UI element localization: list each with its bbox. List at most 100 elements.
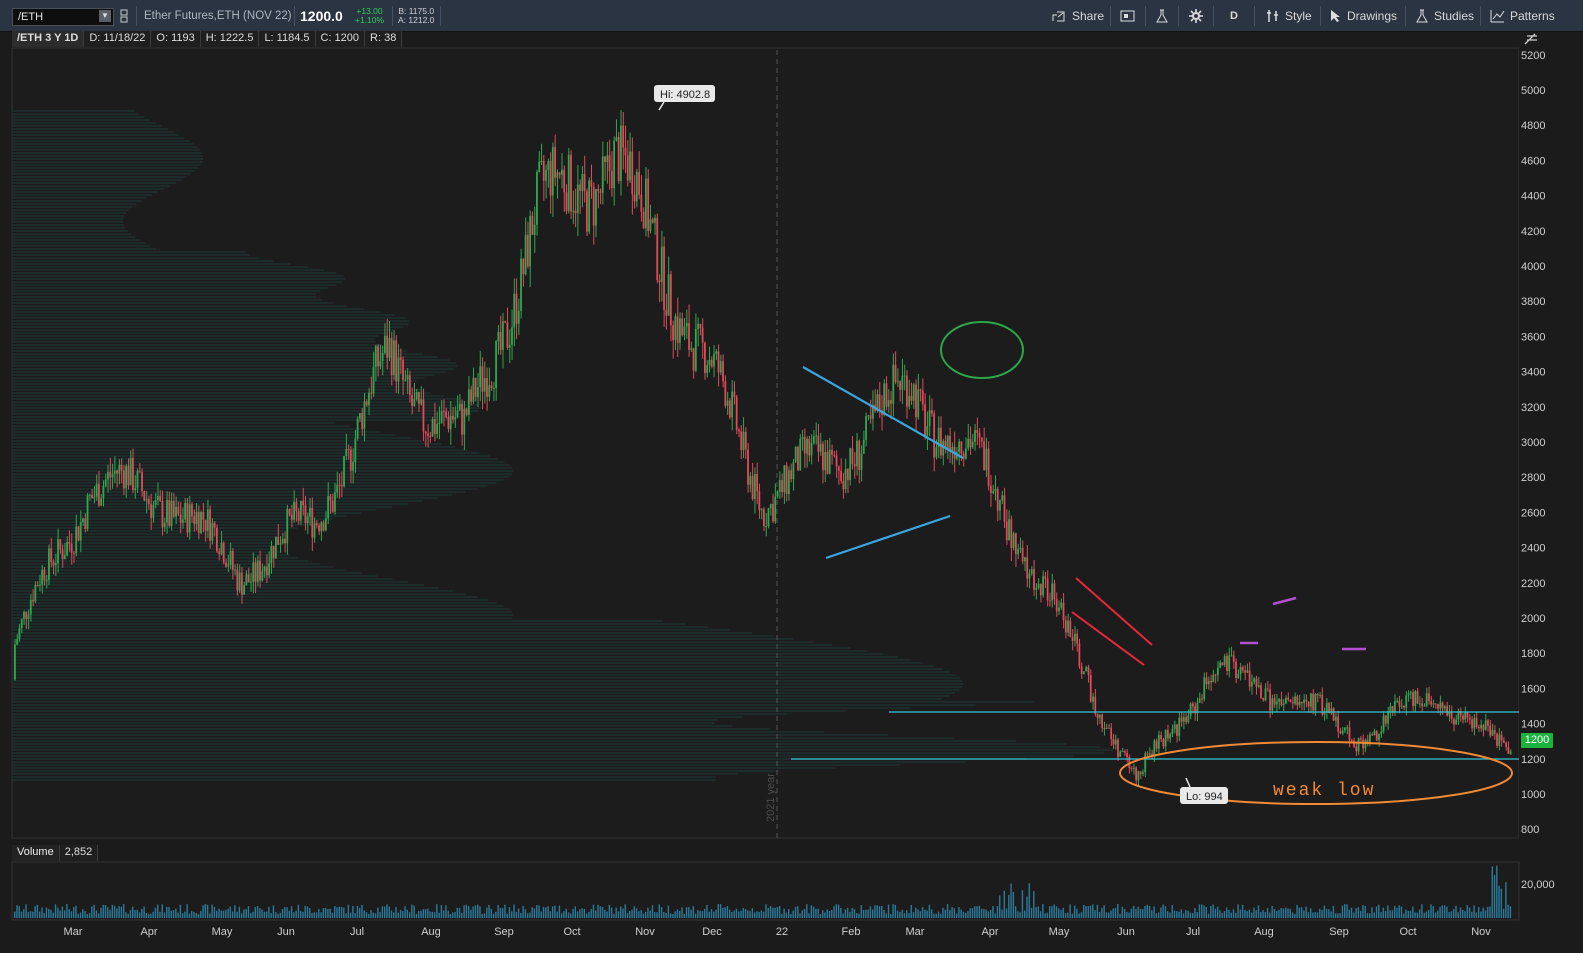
candle-body <box>629 151 631 181</box>
volume-bar <box>1148 905 1151 918</box>
candle-body <box>18 628 21 639</box>
aggregation-button[interactable]: D <box>1230 0 1238 31</box>
y-tick-label: 1600 <box>1521 683 1545 695</box>
volume-bar <box>1462 909 1464 918</box>
candle-body <box>238 572 241 591</box>
volume-profile-bar <box>13 203 137 205</box>
candle-body <box>663 246 665 310</box>
volume-bar <box>912 912 915 918</box>
volume-profile-bar <box>13 128 168 130</box>
candle-body <box>930 410 933 414</box>
volume-bar <box>347 904 350 918</box>
drawings-button[interactable]: Drawings <box>1330 0 1397 31</box>
volume-bar <box>944 909 946 918</box>
candle-body <box>220 542 223 555</box>
volume-profile-bar <box>13 329 396 331</box>
candle-body <box>692 348 695 371</box>
candle-body <box>983 441 985 470</box>
link-icon[interactable] <box>119 0 129 31</box>
candle-body <box>1439 702 1442 709</box>
volume-label[interactable]: Volume <box>12 845 60 861</box>
volume-bar <box>52 912 54 918</box>
x-tick-label: Jun <box>277 926 295 938</box>
volume-bar <box>1487 906 1489 918</box>
volume-profile-bar <box>13 173 191 175</box>
y-tick-label: 3000 <box>1521 437 1545 449</box>
volume-profile-bar <box>13 320 410 322</box>
volume-profile-bar <box>13 665 934 667</box>
volume-bar <box>1346 904 1348 918</box>
candle-body <box>799 438 802 471</box>
candle-body <box>1291 702 1294 704</box>
candle-body <box>726 400 729 406</box>
candle-body <box>1382 715 1385 732</box>
snapshot-button[interactable] <box>1120 0 1141 31</box>
candle-body <box>184 502 187 520</box>
share-button[interactable]: Share <box>1052 0 1104 31</box>
year-divider-label: 2021 year <box>765 773 777 822</box>
symbol-input[interactable]: /ETH ▼ <box>12 8 114 26</box>
price-change: +13.00 +1.10% <box>355 0 384 31</box>
candle-body <box>1285 697 1287 704</box>
candle-body <box>940 427 942 456</box>
volume-bar <box>617 911 620 918</box>
candle-body <box>1160 734 1162 740</box>
volume-profile-bar <box>13 704 976 706</box>
volume-bar <box>259 908 261 918</box>
volume-bar <box>1330 911 1332 918</box>
collapse-toolbar-icon[interactable] <box>1523 32 1541 46</box>
candle-body <box>84 518 87 529</box>
candle-body <box>1466 712 1469 718</box>
volume-bar <box>917 909 919 918</box>
volume-bar <box>674 911 676 918</box>
candle-body <box>1176 724 1178 736</box>
volume-bar <box>1505 882 1507 918</box>
volume-bar <box>265 911 268 918</box>
volume-profile-bar <box>13 191 159 193</box>
candle-body <box>225 562 227 567</box>
volume-profile-bar <box>13 233 132 235</box>
candle-body <box>965 448 967 459</box>
chart-title[interactable]: /ETH 3 Y 1D <box>12 31 85 47</box>
symbol-dropdown-icon[interactable]: ▼ <box>99 10 111 22</box>
volume-bar <box>667 905 670 918</box>
volume-bar <box>574 906 577 918</box>
candle-body <box>1235 661 1237 678</box>
candle-body <box>302 500 305 506</box>
candle-body <box>388 337 391 358</box>
volume-bar <box>408 912 411 918</box>
volume-profile-bar <box>13 473 512 475</box>
candle-body <box>1030 569 1033 574</box>
volume-bar <box>640 910 642 918</box>
candle-body <box>1468 717 1471 720</box>
volume-profile-bar <box>13 629 730 631</box>
flask-button[interactable] <box>1155 0 1174 31</box>
candle-body <box>1014 533 1017 555</box>
chart-canvas[interactable]: 2021 year 800100012001400160018002000220… <box>0 0 1583 953</box>
volume-bar <box>1275 910 1278 918</box>
candle-body <box>116 470 118 474</box>
volume-bar <box>320 912 322 918</box>
studies-button[interactable]: Studies <box>1415 0 1474 31</box>
settings-button[interactable] <box>1189 0 1208 31</box>
volume-bar <box>703 908 706 918</box>
candle-body <box>1387 712 1389 724</box>
candle-body <box>368 392 370 406</box>
volume-bar <box>479 906 481 918</box>
volume-bar <box>1019 912 1021 918</box>
volume-info-bar: Volume 2,852 <box>12 845 99 861</box>
volume-bar <box>1421 904 1423 918</box>
candle-body <box>1092 696 1094 702</box>
candle-body <box>290 514 293 520</box>
volume-profile-bar <box>13 302 333 304</box>
candle-body <box>166 500 168 523</box>
patterns-button[interactable]: Patterns <box>1490 0 1555 31</box>
candle-body <box>168 500 171 526</box>
volume-bar <box>853 909 856 918</box>
volume-bar <box>874 905 876 918</box>
candle-body <box>479 366 482 388</box>
style-button[interactable]: Style <box>1266 0 1312 31</box>
volume-profile-bar <box>13 263 291 265</box>
candle-body <box>697 323 699 329</box>
volume-bar <box>1067 912 1069 918</box>
